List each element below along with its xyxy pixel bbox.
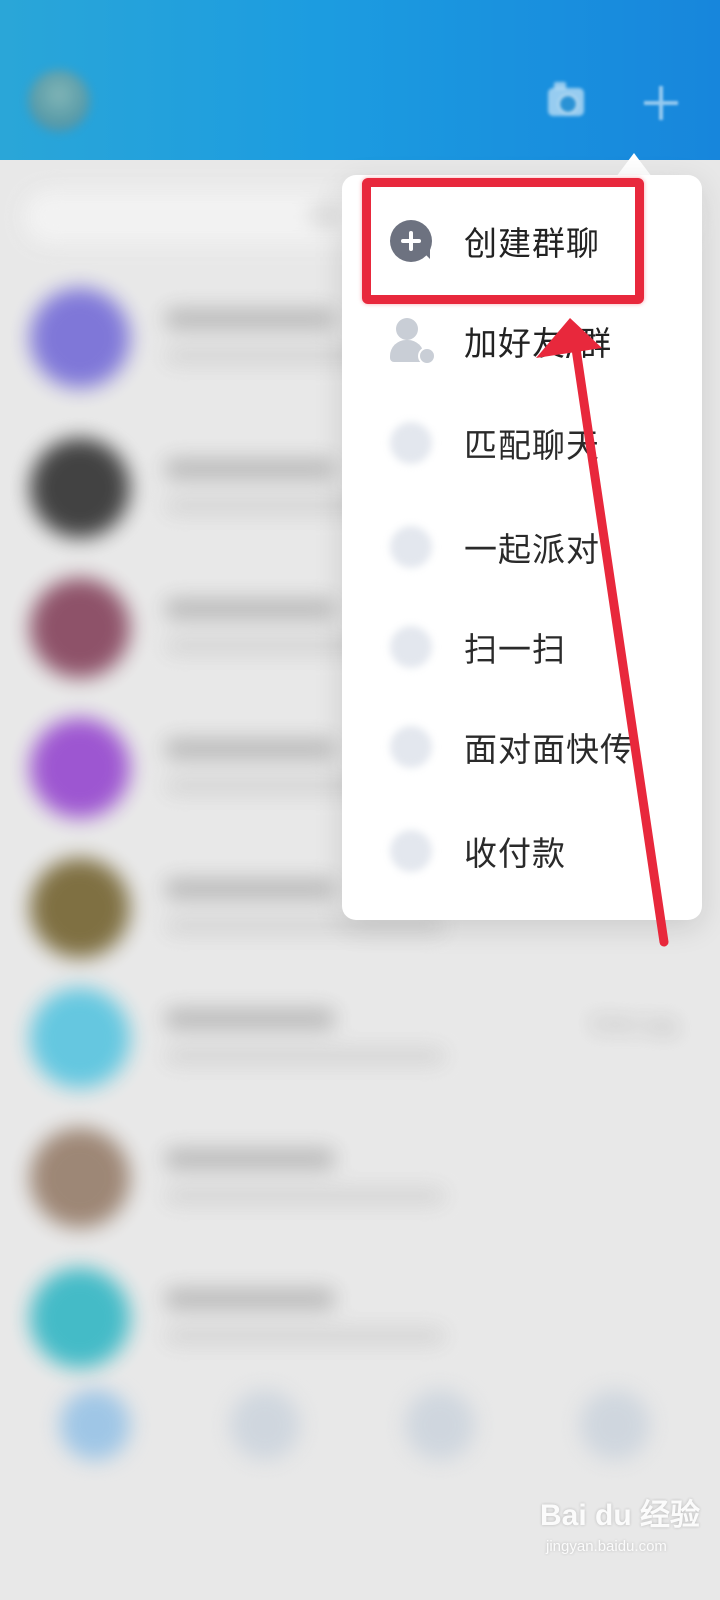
chat-title-placeholder [165, 1288, 335, 1310]
watermark-logo: Bai du 经验 [540, 1499, 701, 1532]
chat-preview-placeholder [165, 1328, 445, 1344]
bottom-tab-bar [0, 1370, 720, 1490]
menu-item-scan[interactable]: 扫一扫 [342, 595, 702, 699]
chat-preview-placeholder [165, 1048, 445, 1064]
chat-preview-placeholder [165, 918, 445, 934]
chat-title-placeholder [165, 1008, 335, 1030]
menu-item-label: 扫一扫 [464, 630, 566, 669]
screen: 下午7:01 创建群聊 加好友/群 匹配聊天 一起派对 扫一扫 面对面快传 收付… [0, 0, 720, 1600]
avatar [30, 718, 130, 818]
watermark-url: jingyan.baidu.com [546, 1538, 667, 1555]
chat-title-placeholder [165, 458, 335, 480]
chat-title-placeholder [165, 878, 335, 900]
avatar [30, 578, 130, 678]
app-header [0, 0, 720, 160]
avatar [30, 288, 130, 388]
tab-channels[interactable] [230, 1390, 300, 1460]
scan-icon [390, 626, 432, 668]
menu-item-transfer[interactable]: 面对面快传 [342, 695, 702, 799]
chat-time: 下午7:01 [586, 1016, 680, 1041]
match-chat-icon [390, 422, 432, 464]
chat-row[interactable] [0, 1250, 720, 1380]
tab-messages[interactable] [60, 1390, 130, 1460]
tab-contacts[interactable] [405, 1390, 475, 1460]
tab-discover[interactable] [580, 1390, 650, 1460]
transfer-icon [390, 726, 432, 768]
search-icon [314, 204, 336, 226]
chat-row[interactable]: 下午7:01 [0, 970, 720, 1100]
profile-avatar[interactable] [28, 70, 90, 132]
avatar [30, 858, 130, 958]
menu-item-label: 匹配聊天 [464, 426, 600, 465]
menu-item-label: 面对面快传 [464, 730, 634, 769]
menu-item-match-chat[interactable]: 匹配聊天 [342, 391, 702, 495]
menu-item-label: 加好友/群 [464, 324, 613, 363]
menu-item-add-friend[interactable]: 加好友/群 [342, 289, 702, 393]
plus-icon[interactable] [644, 86, 678, 120]
avatar [30, 988, 130, 1088]
menu-item-payment[interactable]: 收付款 [342, 799, 702, 903]
menu-item-party[interactable]: 一起派对 [342, 495, 702, 599]
chat-title-placeholder [165, 1148, 335, 1170]
avatar [30, 438, 130, 538]
menu-caret [616, 153, 652, 177]
chat-row[interactable] [0, 1110, 720, 1240]
avatar [30, 1128, 130, 1228]
party-icon [390, 526, 432, 568]
camera-icon[interactable] [548, 82, 584, 116]
chat-title-placeholder [165, 598, 335, 620]
menu-item-label: 收付款 [464, 834, 566, 873]
payment-icon [390, 830, 432, 872]
watermark: Bai du 经验 jingyan.baidu.com [540, 1490, 710, 1580]
chat-title-placeholder [165, 308, 335, 330]
chat-title-placeholder [165, 738, 335, 760]
menu-item-label: 一起派对 [464, 530, 600, 569]
add-badge-icon [418, 347, 436, 365]
highlight-box [362, 178, 644, 304]
avatar [30, 1268, 130, 1368]
chat-preview-placeholder [165, 1188, 445, 1204]
